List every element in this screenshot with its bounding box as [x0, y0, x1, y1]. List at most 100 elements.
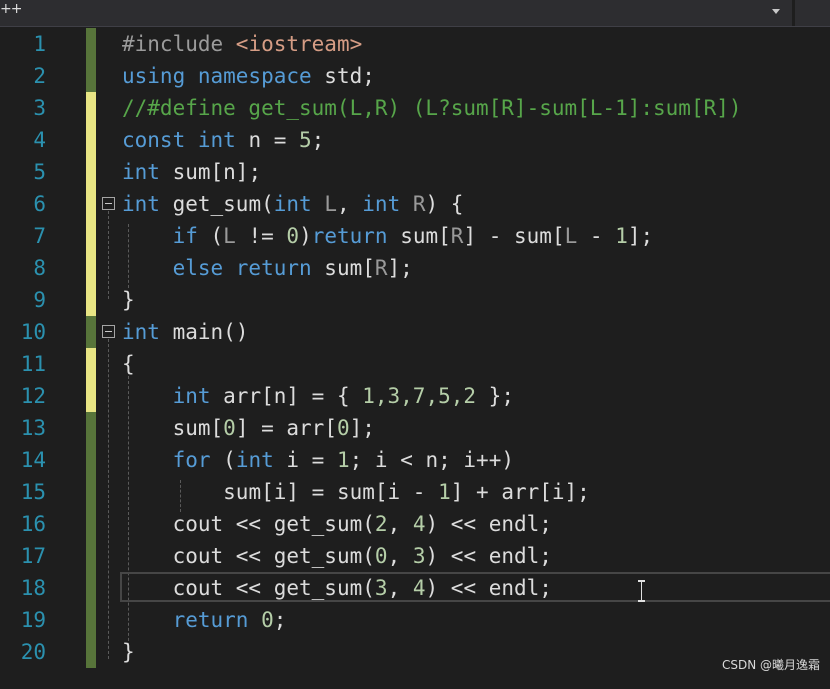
code-text: (: [362, 576, 375, 600]
code-text: }: [122, 640, 135, 664]
code-line-17[interactable]: cout << get_sum(0, 3) << endl;: [122, 540, 552, 572]
line-number: 18: [20, 576, 46, 600]
code-text: n =: [235, 128, 300, 152]
code-text: {: [122, 352, 135, 376]
code-text: ,: [387, 544, 413, 568]
code-text: (: [197, 224, 224, 248]
line-number: 16: [20, 512, 46, 536]
code-line-2[interactable]: using namespace std;: [122, 60, 375, 92]
code-line-15[interactable]: sum[i] = sum[i - 1] + arr[i];: [122, 476, 590, 508]
code-text: ) << endl;: [425, 576, 552, 600]
line-number-gutter: 1 2 3 4 5 6 7 8 9 10 11 12 13 14 15 16 1…: [0, 27, 72, 689]
code-line-4[interactable]: const int n = 5;: [122, 124, 324, 156]
code-line-8[interactable]: else return sum[R];: [122, 252, 413, 284]
code-line-13[interactable]: sum[0] = arr[0];: [122, 412, 375, 444]
keyword: int: [122, 160, 160, 184]
line-number: 11: [20, 352, 46, 376]
code-line-16[interactable]: cout << get_sum(2, 4) << endl;: [122, 508, 552, 540]
code-line-5[interactable]: int sum[n];: [122, 156, 261, 188]
parameter: L: [564, 224, 578, 248]
code-text: ];: [349, 416, 375, 440]
line-number: 19: [20, 608, 46, 632]
number-literal: 3: [374, 576, 388, 600]
code-line-7[interactable]: if (L != 0)return sum[R] - sum[L - 1];: [122, 220, 654, 252]
keyword: int: [172, 384, 211, 408]
collapse-toggle-icon[interactable]: [102, 325, 115, 338]
number-literal: 3: [412, 544, 426, 568]
code-text: sum[: [387, 224, 451, 248]
number-literal: 0: [261, 608, 274, 632]
preprocessor-directive: #include: [122, 32, 236, 56]
number-literal: 1: [438, 480, 451, 504]
code-text: (: [362, 544, 375, 568]
parameter: L: [223, 224, 236, 248]
code-text: }: [122, 288, 135, 312]
number-literal: 1: [615, 224, 628, 248]
line-number: 20: [20, 640, 46, 664]
change-indicator-saved: [86, 412, 96, 668]
code-line-6[interactable]: int get_sum(int L, int R) {: [122, 188, 463, 220]
code-text: ] - sum[: [463, 224, 565, 248]
code-text: !=: [235, 224, 287, 248]
code-line-3[interactable]: //#define get_sum(L,R) (L?sum[R]-sum[L-1…: [122, 92, 742, 124]
line-number: 13: [20, 416, 46, 440]
include-header: <iostream>: [235, 32, 363, 56]
code-text: ) << endl;: [425, 544, 552, 568]
line-number: 2: [33, 64, 46, 88]
keyword: if: [172, 224, 198, 248]
code-line-20[interactable]: }: [122, 636, 135, 668]
number-literal: 4: [412, 512, 426, 536]
parameter: R: [400, 192, 426, 216]
code-text: ] = arr[: [235, 416, 337, 440]
line-number: 17: [20, 544, 46, 568]
line-number: 7: [33, 224, 46, 248]
keyword: else return: [172, 256, 312, 280]
tab-fragment[interactable]: ++: [0, 1, 22, 17]
code-text: sum[: [172, 416, 224, 440]
keyword: int: [273, 192, 312, 216]
code-text: ;: [311, 128, 325, 152]
line-number: 9: [33, 288, 46, 312]
function-call: get_sum: [273, 512, 363, 536]
keyword: using namespace: [122, 64, 312, 88]
change-indicator-saved: [86, 316, 96, 348]
code-line-12[interactable]: int arr[n] = { 1,3,7,5,2 };: [122, 380, 514, 412]
number-literal: 0: [286, 224, 300, 248]
keyword: return: [172, 608, 249, 632]
function-call: get_sum: [273, 576, 363, 600]
line-number: 3: [33, 96, 46, 120]
collapse-toggle-icon[interactable]: [102, 197, 115, 210]
code-line-14[interactable]: for (int i = 1; i < n; i++): [122, 444, 514, 476]
outline-guide: [108, 211, 109, 299]
number-literal: 0: [374, 544, 388, 568]
chevron-down-icon[interactable]: [772, 9, 780, 14]
code-text: ): [299, 224, 312, 248]
change-indicator-unsaved: [86, 92, 96, 316]
code-text: main(): [159, 320, 249, 344]
code-text: ) {: [425, 192, 464, 216]
parameter: R: [450, 224, 464, 248]
code-text: (: [362, 512, 375, 536]
code-line-19[interactable]: return 0;: [122, 604, 287, 636]
keyword: int: [235, 448, 274, 472]
code-text: std;: [311, 64, 375, 88]
code-line-9[interactable]: }: [122, 284, 135, 316]
code-line-18[interactable]: cout << get_sum(3, 4) << endl;: [122, 572, 552, 604]
code-line-1[interactable]: #include <iostream>: [122, 28, 362, 60]
code-line-11[interactable]: {: [122, 348, 135, 380]
code-text: ) << endl;: [425, 512, 552, 536]
keyword: int: [122, 320, 160, 344]
change-indicator-unsaved: [86, 348, 96, 412]
editor-tab-bar: ++: [0, 0, 830, 27]
number-literal: 1: [336, 448, 350, 472]
code-line-10[interactable]: int main(): [122, 316, 248, 348]
code-text: ] + arr[i];: [450, 480, 590, 504]
